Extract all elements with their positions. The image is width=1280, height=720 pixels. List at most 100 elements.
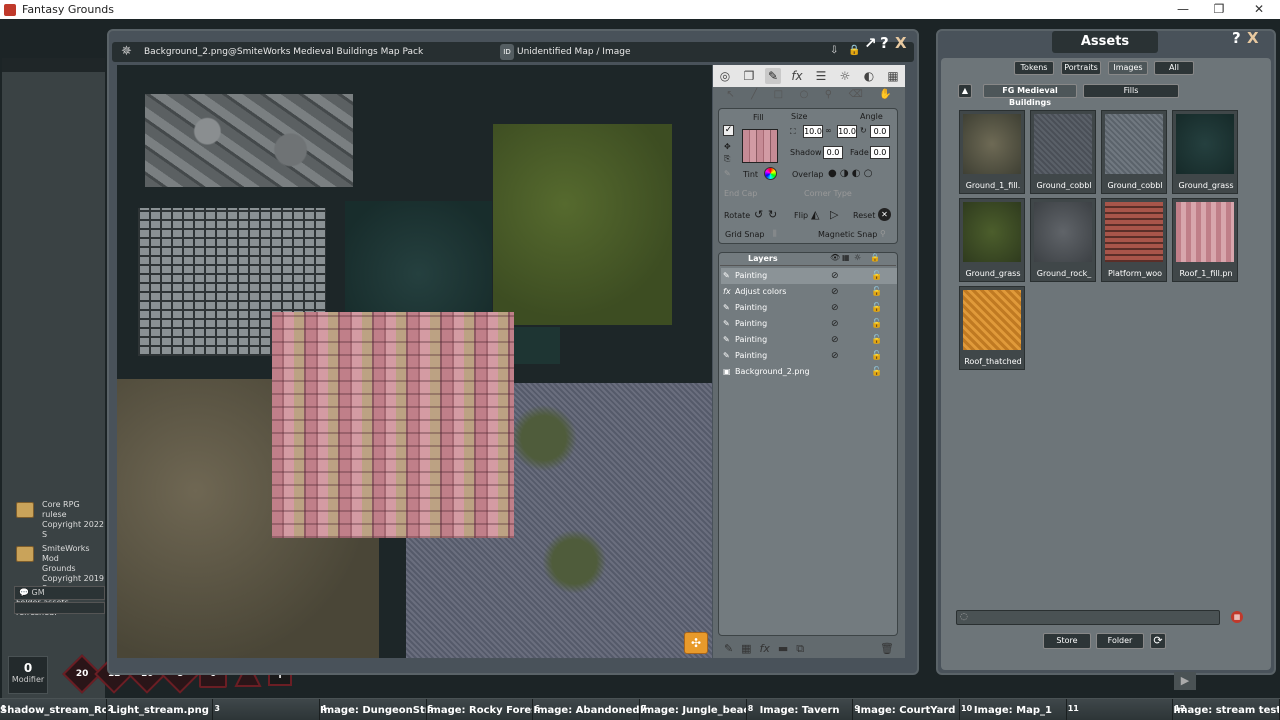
restore-button[interactable]: ❐ <box>1200 0 1238 19</box>
pointer-icon[interactable]: ↖ <box>726 89 734 105</box>
minimize-button[interactable]: — <box>1164 0 1202 19</box>
tab-all[interactable]: All <box>1154 61 1194 75</box>
asset-thumbnail[interactable]: Ground_grass <box>959 198 1025 282</box>
paint-icon[interactable]: ✎ <box>765 68 781 84</box>
lock-icon[interactable]: 🔒 <box>848 45 860 56</box>
layer-lock-icon[interactable]: 🔓 <box>871 364 882 380</box>
line-icon[interactable]: ╱ <box>751 89 757 105</box>
add-folder-icon[interactable]: ▬ <box>778 642 788 658</box>
fx-icon[interactable]: fx <box>789 68 805 84</box>
visibility-toggle[interactable]: ⊘ <box>831 284 839 300</box>
size-height-input[interactable]: 10.0 <box>837 125 857 138</box>
stamp-icon[interactable]: ⚲ <box>825 89 832 105</box>
hotkey-slot-9[interactable]: 9 Image: CourtYard <box>853 699 961 720</box>
modifier-box[interactable]: 0 Modifier <box>8 656 48 694</box>
layer-lock-icon[interactable]: 🔓 <box>871 348 882 364</box>
layer-lock-icon[interactable]: 🔓 <box>871 268 882 284</box>
layer-row[interactable]: fx Adjust colors ⊘ 🔓 <box>721 284 897 300</box>
size-width-input[interactable]: 10.0 <box>803 125 823 138</box>
fill-checkbox[interactable]: ✓ <box>723 125 734 136</box>
tab-portraits[interactable]: Portraits <box>1061 61 1101 75</box>
delete-layer-icon[interactable]: 🗑 <box>880 642 894 658</box>
layer-row[interactable]: ✎ Painting ⊘ 🔓 <box>721 348 897 364</box>
tint-color-picker[interactable] <box>764 167 777 180</box>
close-map-button[interactable]: X <box>895 34 907 52</box>
duplicate-layer-icon[interactable]: ⧉ <box>796 642 804 658</box>
fade-input[interactable]: 0.0 <box>870 146 890 159</box>
share-icon[interactable]: ⇩ <box>830 45 838 56</box>
close-button[interactable]: ✕ <box>1240 0 1278 19</box>
chat-input[interactable] <box>14 602 105 614</box>
layer-lock-icon[interactable]: 🔓 <box>871 332 882 348</box>
canvas-tools-button[interactable]: ✣ <box>684 632 708 654</box>
folder-breadcrumb[interactable]: FG Medieval Buildings <box>983 84 1077 107</box>
reset-button[interactable]: ✕ <box>878 208 891 221</box>
id-badge[interactable]: ID <box>500 44 514 60</box>
angle-input[interactable]: 0.0 <box>870 125 890 138</box>
asset-thumbnail[interactable]: Ground_cobbl <box>1030 110 1096 194</box>
asset-thumbnail[interactable]: Ground_1_fill. <box>959 110 1025 194</box>
add-fx-layer-icon[interactable]: fx <box>760 642 770 658</box>
fill-swatch[interactable] <box>742 129 778 163</box>
asset-search-input[interactable]: ◌ <box>956 610 1220 625</box>
hotkey-slot-7[interactable]: 7 Image: Jungle_beac <box>640 699 747 720</box>
rect-icon[interactable]: □ <box>774 89 783 105</box>
subfolder-breadcrumb[interactable]: Fills <box>1083 84 1179 98</box>
sliders-icon[interactable]: ☰ <box>813 68 829 84</box>
help-button[interactable]: ? <box>880 34 889 52</box>
visibility-toggle[interactable]: ⊘ <box>831 348 839 364</box>
layer-row[interactable]: ✎ Painting ⊘ 🔓 <box>721 268 897 284</box>
hotkey-slot-3[interactable]: 3 <box>213 699 321 720</box>
hotkey-slot-11[interactable]: 11 <box>1066 699 1174 720</box>
overlap-mode-icons[interactable]: ● ◑ ◐ ○ <box>828 168 872 179</box>
layer-row[interactable]: ✎ Painting ⊘ 🔓 <box>721 300 897 316</box>
hotkey-slot-6[interactable]: 6 Image: Abandoned <box>533 699 641 720</box>
assets-help-button[interactable]: ? <box>1232 29 1241 47</box>
layer-row[interactable]: ▣ Background_2.png 🔓 <box>721 364 897 380</box>
grid-icon[interactable]: ▦ <box>885 68 901 84</box>
rotate-left-icon[interactable]: ↺ <box>754 208 763 221</box>
star-icon[interactable]: ✵ <box>121 44 132 59</box>
link-icon[interactable]: ∞ <box>825 126 832 135</box>
folder-button[interactable]: Folder <box>1096 633 1144 649</box>
store-button[interactable]: Store <box>1043 633 1091 649</box>
refresh-button[interactable]: ⟳ <box>1150 633 1166 649</box>
asset-thumbnail[interactable]: Roof_1_fill.pn <box>1172 198 1238 282</box>
hotkey-slot-10[interactable]: 10 Image: Map_1 <box>960 699 1067 720</box>
sidebar-expand-icon[interactable]: ▶ <box>1174 672 1196 690</box>
rotate-right-icon[interactable]: ↻ <box>768 208 777 221</box>
asset-thumbnail[interactable]: Platform_woo <box>1101 198 1167 282</box>
tab-images[interactable]: Images <box>1108 61 1148 75</box>
layers-icon[interactable]: ❐ <box>741 68 757 84</box>
fill-tool-icon[interactable]: ✥ <box>724 142 731 151</box>
layer-lock-icon[interactable]: 🔓 <box>871 300 882 316</box>
visibility-toggle[interactable]: ⊘ <box>831 332 839 348</box>
folder-up-button[interactable]: ▲ <box>958 84 972 98</box>
hotkey-slot-2[interactable]: 2 Light_stream.png <box>106 699 214 720</box>
visibility-toggle[interactable]: ⊘ <box>831 316 839 332</box>
visibility-toggle[interactable]: ⊘ <box>831 268 839 284</box>
light-icon[interactable]: ☼ <box>837 68 853 84</box>
globe-icon[interactable]: ◎ <box>717 68 733 84</box>
hotkey-slot-1[interactable]: 1 Shadow_stream_Ro <box>0 699 107 720</box>
hand-icon[interactable]: ✋ <box>879 89 891 105</box>
speaker-selector[interactable]: 💬 GM <box>14 586 105 600</box>
flip-vertical-icon[interactable]: ▷ <box>830 208 838 221</box>
layer-lock-icon[interactable]: 🔓 <box>871 316 882 332</box>
hotkey-slot-12[interactable]: 12 Image: stream test <box>1173 699 1280 720</box>
layer-lock-icon[interactable]: 🔓 <box>871 284 882 300</box>
layer-row[interactable]: ✎ Painting ⊘ 🔓 <box>721 332 897 348</box>
asset-thumbnail[interactable]: Ground_cobbl <box>1101 110 1167 194</box>
visibility-toggle[interactable]: ⊘ <box>831 300 839 316</box>
popout-button[interactable]: ↗ <box>864 34 877 52</box>
asset-thumbnail[interactable]: Ground_grass <box>1172 110 1238 194</box>
asset-thumbnail[interactable]: Roof_thatched <box>959 286 1025 370</box>
fill-copy-icon[interactable]: ⎘ <box>724 154 730 164</box>
layer-row[interactable]: ✎ Painting ⊘ 🔓 <box>721 316 897 332</box>
circle-icon[interactable]: ○ <box>800 89 809 105</box>
grid-view-icon[interactable]: ▦ <box>1231 611 1243 623</box>
tab-tokens[interactable]: Tokens <box>1014 61 1054 75</box>
hotkey-slot-8[interactable]: 8 Image: Tavern <box>746 699 854 720</box>
hotkey-slot-4[interactable]: 4 Image: DungeonStr <box>320 699 427 720</box>
hotkey-slot-5[interactable]: 5 Image: Rocky Fores <box>426 699 534 720</box>
